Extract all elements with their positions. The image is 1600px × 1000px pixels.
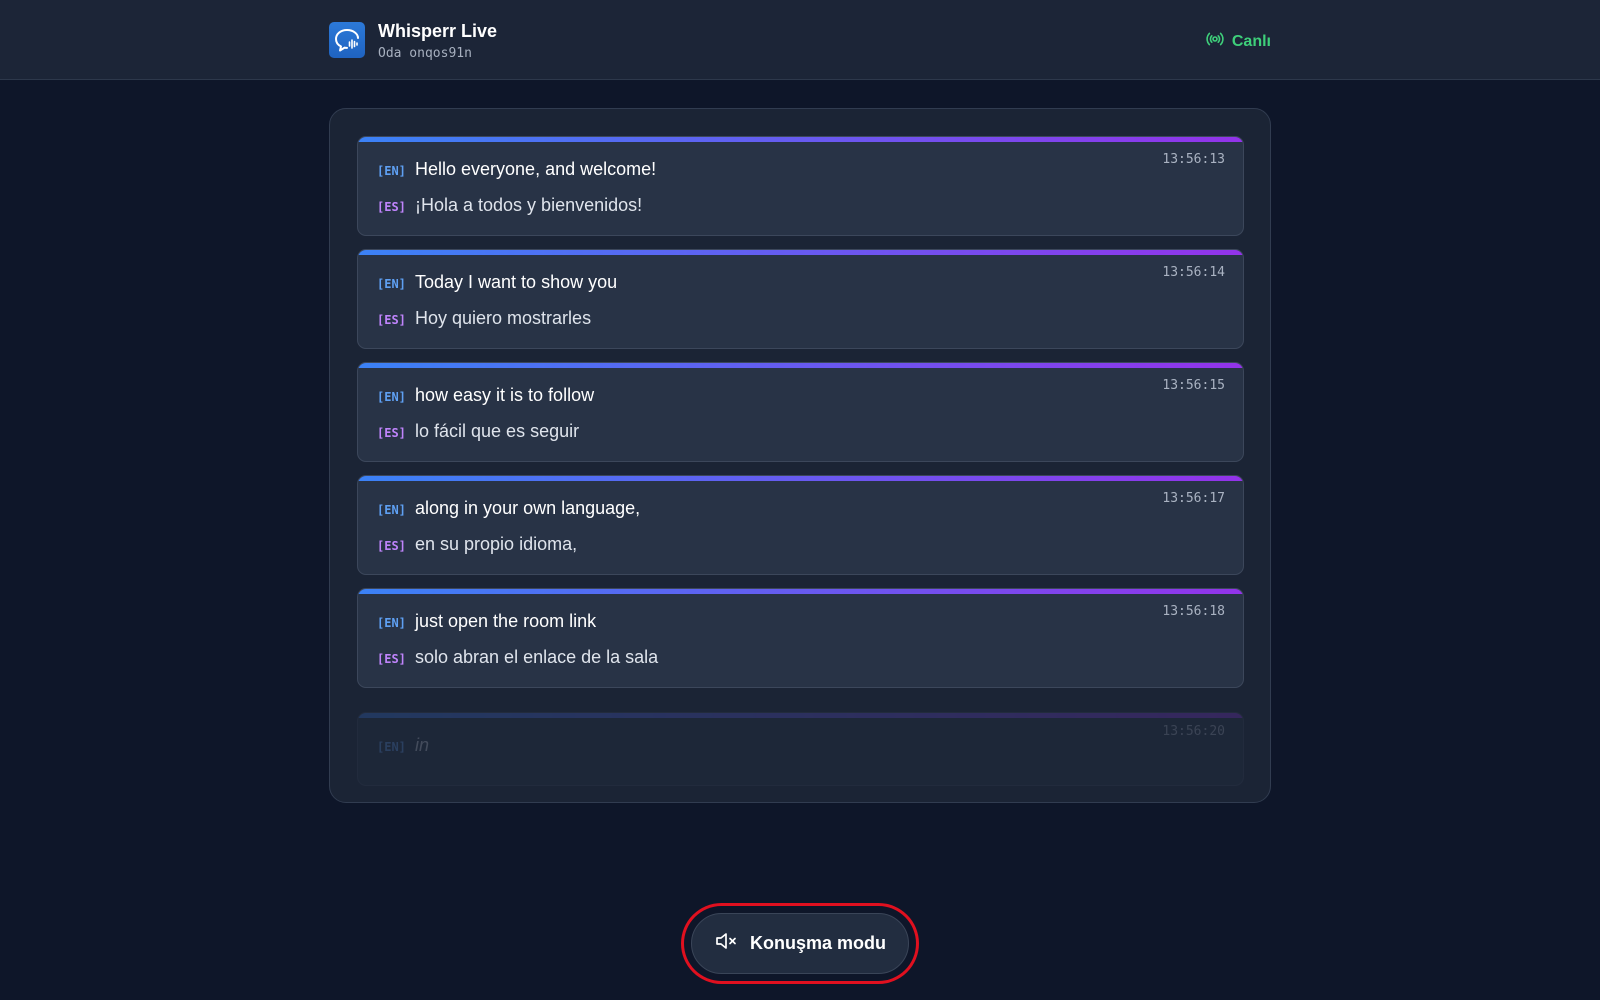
entry-timestamp: 13:56:15 xyxy=(1162,378,1225,393)
live-status-label: Canlı xyxy=(1231,32,1271,50)
source-text: Hello everyone, and welcome! xyxy=(415,159,657,179)
source-line: [EN] how easy it is to follow xyxy=(377,385,594,406)
translation-text: Hoy quiero mostrarles xyxy=(415,308,592,328)
entry-timestamp: 13:56:17 xyxy=(1162,491,1225,506)
translation-text: solo abran el enlace de la sala xyxy=(415,647,659,667)
language-tag-en: [EN] xyxy=(377,164,406,178)
language-tag-en: [EN] xyxy=(377,277,406,291)
source-line: [EN] in xyxy=(377,735,429,756)
source-line: [EN] Hello everyone, and welcome! xyxy=(377,159,656,180)
source-text: Today I want to show you xyxy=(415,272,618,292)
translation-line: [ES] Hoy quiero mostrarles xyxy=(377,308,591,329)
source-line: [EN] just open the room link xyxy=(377,611,596,632)
app-title: Whisperr Live xyxy=(378,21,498,41)
translation-line: [ES] en su propio idioma, xyxy=(377,534,577,555)
translation-text: ¡Hola a todos y bienvenidos! xyxy=(415,195,643,215)
translation-line: [ES] solo abran el enlace de la sala xyxy=(377,647,658,668)
broadcast-icon xyxy=(1206,30,1224,53)
source-text: along in your own language, xyxy=(415,498,641,518)
pending-transcript-entry: 13:56:20 [EN] in xyxy=(357,712,1244,786)
source-text: how easy it is to follow xyxy=(415,385,595,405)
language-tag-en: [EN] xyxy=(377,616,406,630)
entry-timestamp: 13:56:13 xyxy=(1162,152,1225,167)
translation-line: [ES] lo fácil que es seguir xyxy=(377,421,579,442)
language-tag-en: [EN] xyxy=(377,390,406,404)
language-tag-es: [ES] xyxy=(377,426,406,440)
transcript-entry: 13:56:18 [EN] just open the room link [E… xyxy=(357,588,1244,688)
entry-timestamp: 13:56:20 xyxy=(1162,724,1225,739)
speak-mode-label: Konuşma modu xyxy=(749,933,886,953)
transcript-entry: 13:56:15 [EN] how easy it is to follow [… xyxy=(357,362,1244,462)
source-text: just open the room link xyxy=(415,611,597,631)
language-tag-en: [EN] xyxy=(377,740,406,754)
translation-line: [ES] ¡Hola a todos y bienvenidos! xyxy=(377,195,642,216)
translation-text: en su propio idioma, xyxy=(415,534,578,554)
transcript-entry: 13:56:13 [EN] Hello everyone, and welcom… xyxy=(357,136,1244,236)
source-line: [EN] along in your own language, xyxy=(377,498,640,519)
source-text: in xyxy=(415,735,430,755)
room-label: Oda onqos91n xyxy=(378,46,472,61)
translation-text: lo fácil que es seguir xyxy=(415,421,580,441)
language-tag-es: [ES] xyxy=(377,200,406,214)
entry-timestamp: 13:56:14 xyxy=(1162,265,1225,280)
transcript-panel[interactable]: 13:56:13 [EN] Hello everyone, and welcom… xyxy=(329,108,1271,803)
language-tag-es: [ES] xyxy=(377,313,406,327)
language-tag-es: [ES] xyxy=(377,652,406,666)
language-tag-en: [EN] xyxy=(377,503,406,517)
language-tag-es: [ES] xyxy=(377,539,406,553)
transcript-entry: 13:56:14 [EN] Today I want to show you [… xyxy=(357,249,1244,349)
top-bar: Whisperr Live Oda onqos91n Canlı xyxy=(0,0,1600,80)
transcript-entry: 13:56:17 [EN] along in your own language… xyxy=(357,475,1244,575)
chat-bubble-waveform-icon xyxy=(329,22,365,58)
entry-timestamp: 13:56:18 xyxy=(1162,604,1225,619)
source-line: [EN] Today I want to show you xyxy=(377,272,617,293)
live-status: Canlı xyxy=(1206,30,1271,53)
speaker-muted-icon xyxy=(714,931,738,956)
speak-mode-button[interactable]: Konuşma modu xyxy=(691,913,909,974)
